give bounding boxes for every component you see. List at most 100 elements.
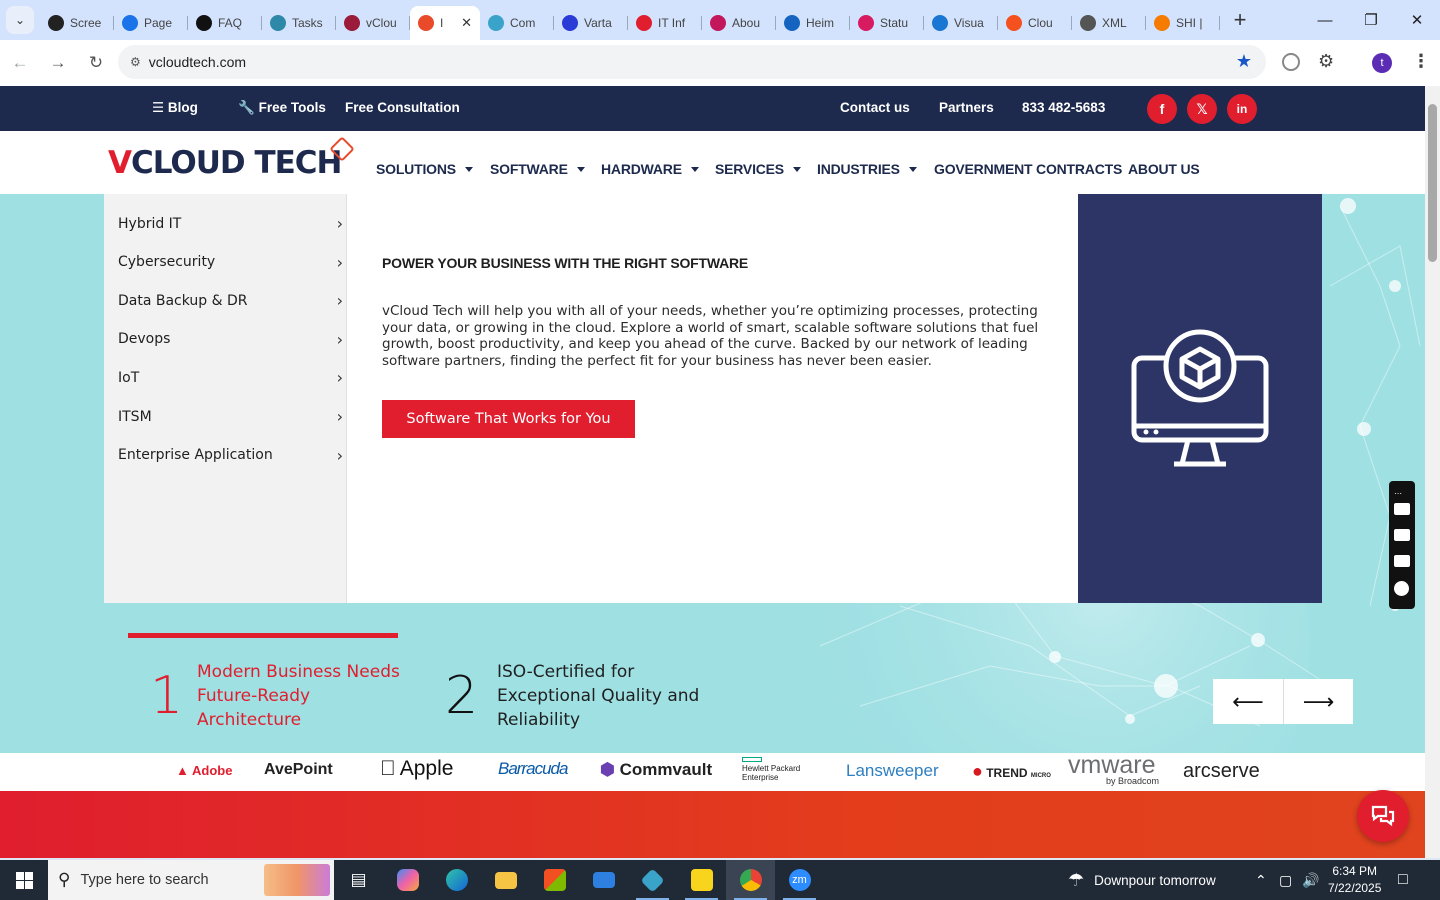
avepoint-logo[interactable]: AvePoint [264,761,333,779]
camera-icon[interactable] [1394,503,1410,515]
weather-widget[interactable]: ☂ Downpour tomorrow [1068,860,1216,900]
mega-menu-item[interactable]: IoT › [118,368,343,387]
restore-button[interactable]: ❐ [1348,0,1394,40]
lansweeper-logo[interactable]: Lansweeper [846,761,939,781]
browser-tab[interactable]: Varta [554,6,628,40]
url-text[interactable]: vcloudtech.com [149,54,246,70]
mail-icon[interactable] [579,860,628,900]
tab-search-button[interactable]: ⌄ [6,6,34,34]
translate-icon[interactable] [1282,53,1300,71]
mega-menu-item[interactable]: ITSM › [118,407,343,426]
edge-icon[interactable] [432,860,481,900]
free-consultation-link[interactable]: Free Consultation [345,100,460,115]
nav-menu-item[interactable]: ABOUT US [1128,161,1200,177]
x-twitter-icon[interactable]: 𝕏 [1187,94,1217,124]
forward-button[interactable]: → [40,45,76,81]
adobe-logo[interactable]: ▲ Adobe [176,763,232,778]
minimize-button[interactable]: — [1302,0,1348,40]
profile-avatar[interactable]: t [1372,53,1392,73]
caret-down-icon [792,166,801,172]
feature-text[interactable]: ISO-Certified for Exceptional Quality an… [497,660,707,732]
mega-menu-item[interactable]: Cybersecurity › [118,253,343,272]
window-capture-icon[interactable] [1394,555,1410,567]
browser-tab[interactable]: vClou [336,6,410,40]
reload-button[interactable]: ↻ [78,45,114,81]
nav-menu-item[interactable]: INDUSTRIES [817,161,917,177]
back-button[interactable]: ← [2,45,38,81]
barracuda-logo[interactable]: Barracuda [498,759,568,779]
start-button[interactable] [0,860,48,900]
settings-gear-icon[interactable] [1394,581,1409,596]
browser-tab[interactable]: I ✕ [410,6,480,40]
tab-close-icon[interactable]: ✕ [461,15,472,31]
sticky-notes-icon[interactable] [677,860,726,900]
linkedin-icon[interactable]: in [1227,94,1257,124]
browser-tab[interactable]: FAQ [188,6,262,40]
page-scrollbar[interactable] [1425,86,1440,858]
arcserve-logo[interactable]: arcserve [1183,760,1260,783]
previous-arrow-icon[interactable]: ⟵ [1213,679,1283,724]
scrollbar-thumb[interactable] [1428,104,1437,262]
contact-link[interactable]: Contact us [840,100,910,115]
nav-menu-item[interactable]: GOVERNMENT CONTRACTS [934,161,1122,177]
browser-tab[interactable]: Visua [924,6,998,40]
vscode-like-app-icon[interactable] [628,860,677,900]
feature-text[interactable]: Modern Business Needs Future-Ready Archi… [197,660,407,732]
nav-menu-item[interactable]: SOFTWARE [490,161,585,177]
mega-menu-item[interactable]: Data Backup & DR › [118,291,343,310]
mega-menu-item[interactable]: Enterprise Application › [118,446,343,465]
chrome-icon[interactable] [726,860,775,900]
tray-overflow-icon[interactable]: ⌃ [1255,860,1267,900]
browser-tab[interactable]: Clou [998,6,1072,40]
omnibox[interactable]: ⚙ vcloudtech.com ★ [118,45,1266,79]
site-logo[interactable]: VCLOUD TECH [108,145,342,181]
browser-tab[interactable]: SHI | [1146,6,1220,40]
browser-tab[interactable]: Tasks [262,6,336,40]
commvault-logo[interactable]: ⬢ Commvault [600,760,712,780]
volume-icon[interactable]: 🔊 [1302,860,1319,900]
mega-menu-item[interactable]: Devops › [118,330,343,349]
browser-tab[interactable]: Heim [776,6,850,40]
browser-menu-icon[interactable]: ⋮ [1412,51,1430,72]
video-camera-icon[interactable] [1394,529,1410,541]
blog-link[interactable]: ☰ Blog [152,100,198,116]
partners-link[interactable]: Partners [939,100,994,115]
facebook-icon[interactable]: f [1147,94,1177,124]
file-explorer-icon[interactable] [481,860,530,900]
hpe-logo[interactable]: Hewlett Packard Enterprise [742,757,812,782]
drag-handle-icon[interactable]: ⋯ [1394,489,1410,498]
bookmark-star-icon[interactable]: ★ [1236,51,1252,72]
site-info-icon[interactable]: ⚙ [130,55,141,69]
browser-tab[interactable]: Statu [850,6,924,40]
copilot-icon[interactable] [383,860,432,900]
browser-tab[interactable]: XML [1072,6,1146,40]
browser-tab[interactable]: Abou [702,6,776,40]
browser-tab[interactable]: Com [480,6,554,40]
task-view-icon[interactable]: ▤ [334,860,383,900]
extensions-icon[interactable]: ⚙ [1318,51,1334,72]
nav-menu-item[interactable]: SERVICES [715,161,801,177]
free-tools-link[interactable]: 🔧 Free Tools [238,100,326,116]
taskbar-search-box[interactable]: ⚲ Type here to search [48,860,334,900]
phone-link[interactable]: 833 482-5683 [1022,100,1105,115]
network-icon[interactable]: ▢ [1279,860,1292,900]
next-arrow-icon[interactable]: ⟶ [1283,679,1353,724]
software-cta-button[interactable]: Software That Works for You [382,400,635,438]
apple-logo[interactable]: Apple [380,757,453,781]
browser-tab[interactable]: Page [114,6,188,40]
zoom-icon[interactable]: zm [775,860,824,900]
tab-title: Page [144,16,173,30]
new-tab-button[interactable]: + [1228,7,1252,33]
clock[interactable]: 6:34 PM 7/22/2025 [1328,860,1381,900]
trendmicro-logo[interactable]: ● TREND MICRO [972,761,1051,782]
browser-tab[interactable]: IT Inf [628,6,702,40]
close-window-button[interactable]: ✕ [1394,0,1440,40]
nav-menu-item[interactable]: HARDWARE [601,161,699,177]
nav-menu-item[interactable]: SOLUTIONS [376,161,473,177]
vmware-logo[interactable]: vmware by Broadcom [1068,751,1159,786]
microsoft-store-icon[interactable] [530,860,579,900]
browser-tab[interactable]: Scree [40,6,114,40]
notifications-icon[interactable]: □ [1398,860,1408,900]
chat-button[interactable] [1357,790,1409,842]
mega-menu-item[interactable]: Hybrid IT › [118,214,343,233]
